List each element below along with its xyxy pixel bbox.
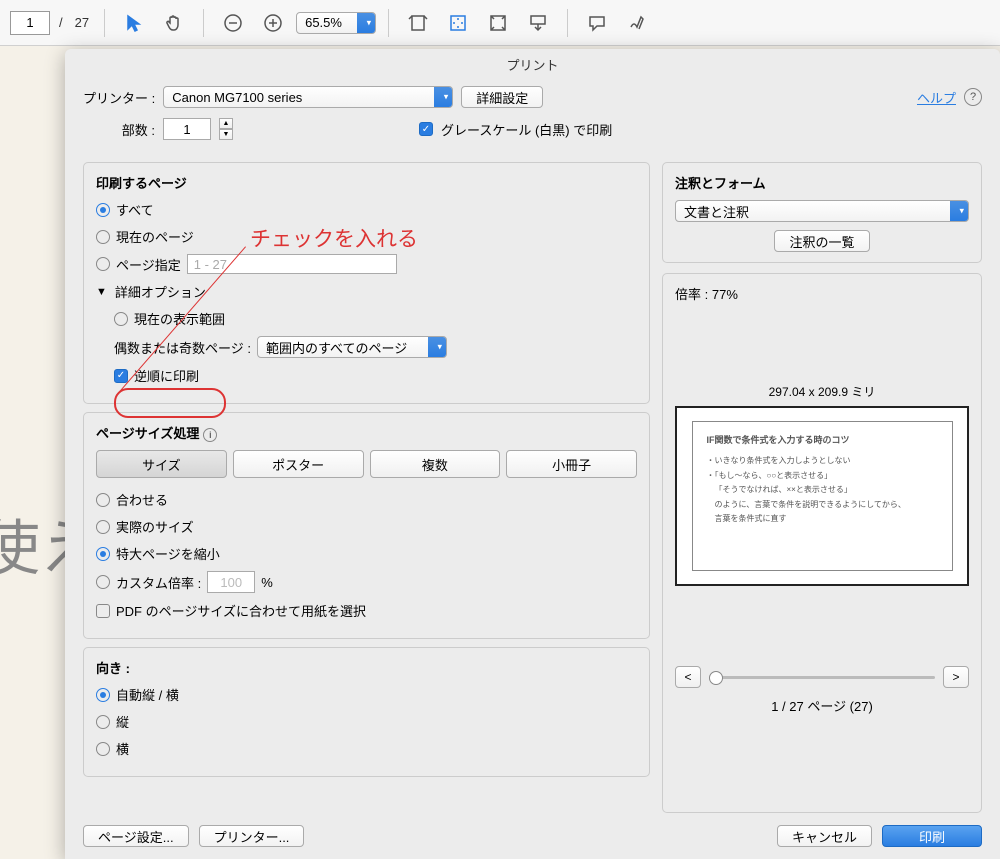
actual-size-icon[interactable]	[481, 6, 515, 40]
label-range: ページ指定	[116, 255, 181, 274]
radio-landscape[interactable]	[96, 742, 110, 756]
help-link[interactable]: ヘルプ	[917, 88, 956, 107]
label-actual: 実際のサイズ	[116, 517, 194, 536]
zoom-out-icon[interactable]	[216, 6, 250, 40]
prev-page-button[interactable]: <	[675, 666, 701, 688]
label-oddeven: 偶数または奇数ページ :	[114, 338, 251, 357]
label-landscape: 横	[116, 739, 129, 758]
annot-list-button[interactable]: 注釈の一覧	[774, 230, 869, 252]
copies-input[interactable]	[163, 118, 211, 140]
page-info: 1 / 27 ページ (27)	[675, 696, 969, 715]
page-slider[interactable]	[709, 676, 935, 679]
radio-viewport[interactable]	[114, 312, 128, 326]
pointer-icon[interactable]	[117, 6, 151, 40]
total-pages: 27	[75, 15, 89, 30]
label-all: すべて	[116, 200, 154, 219]
percent-label: %	[261, 575, 273, 590]
comment-icon[interactable]	[580, 6, 614, 40]
dialog-title: プリント	[65, 49, 1000, 80]
tab-size[interactable]: サイズ	[96, 450, 227, 478]
radio-fit[interactable]	[96, 493, 110, 507]
grayscale-label: グレースケール (白黒) で印刷	[441, 120, 612, 139]
radio-actual[interactable]	[96, 520, 110, 534]
page-number-input[interactable]	[10, 11, 50, 35]
help-icon[interactable]: ?	[964, 88, 982, 106]
tab-booklet[interactable]: 小冊子	[506, 450, 637, 478]
advanced-settings-button[interactable]: 詳細設定	[461, 86, 543, 108]
read-mode-icon[interactable]	[521, 6, 555, 40]
label-reverse: 逆順に印刷	[134, 366, 199, 385]
printer-select[interactable]: Canon MG7100 series▾	[163, 86, 453, 108]
tab-poster[interactable]: ポスター	[233, 450, 364, 478]
label-current: 現在のページ	[116, 227, 194, 246]
radio-range[interactable]	[96, 257, 110, 271]
radio-current[interactable]	[96, 230, 110, 244]
cancel-button[interactable]: キャンセル	[777, 825, 872, 847]
label-paper: PDF のページサイズに合わせて用紙を選択	[116, 601, 366, 620]
fit-page-icon[interactable]	[441, 6, 475, 40]
preview-dims: 297.04 x 209.9 ミリ	[675, 383, 969, 400]
preview-section: 倍率 : 77% 297.04 x 209.9 ミリ IF関数で条件式を入力する…	[662, 273, 982, 813]
next-page-button[interactable]: >	[943, 666, 969, 688]
page-setup-button[interactable]: ページ設定...	[83, 825, 189, 847]
label-auto: 自動縦 / 横	[116, 685, 179, 704]
printer-label: プリンター :	[83, 88, 155, 107]
size-title: ページサイズ処理i	[96, 423, 637, 442]
disclosure-icon[interactable]: ▼	[96, 286, 107, 298]
copies-label: 部数 :	[83, 120, 155, 139]
zoom-in-icon[interactable]	[256, 6, 290, 40]
printer-button[interactable]: プリンター...	[199, 825, 305, 847]
dialog-footer: ページ設定... プリンター... キャンセル 印刷	[65, 813, 1000, 859]
label-fit: 合わせる	[116, 490, 168, 509]
tab-multiple[interactable]: 複数	[370, 450, 501, 478]
label-shrink: 特大ページを縮小	[116, 544, 220, 563]
range-input[interactable]	[187, 254, 397, 274]
sign-icon[interactable]	[620, 6, 654, 40]
zoom-select[interactable]: 65.5%▾	[296, 12, 376, 34]
label-custom: カスタム倍率 :	[116, 573, 201, 592]
annot-title: 注釈とフォーム	[675, 173, 969, 192]
orient-section: 向き : 自動縦 / 横 縦 横	[83, 647, 650, 777]
scale-label: 倍率 :	[675, 287, 708, 302]
preview-box: IF関数で条件式を入力する時のコツ ・いきなり条件式を入力しようとしない ・「も…	[675, 406, 969, 586]
print-button[interactable]: 印刷	[882, 825, 982, 847]
grayscale-checkbox[interactable]: ✓	[419, 122, 433, 136]
radio-auto[interactable]	[96, 688, 110, 702]
scale-value: 77%	[712, 287, 738, 302]
radio-custom[interactable]	[96, 575, 110, 589]
info-icon[interactable]: i	[203, 428, 217, 442]
annot-select[interactable]: 文書と注釈▾	[675, 200, 969, 222]
fit-width-icon[interactable]	[401, 6, 435, 40]
label-portrait: 縦	[116, 712, 129, 731]
pdf-toolbar: / 27 65.5%▾	[0, 0, 1000, 46]
label-viewport: 現在の表示範囲	[134, 309, 225, 328]
orient-title: 向き :	[96, 658, 637, 677]
annotation-section: 注釈とフォーム 文書と注釈▾ 注釈の一覧	[662, 162, 982, 263]
radio-shrink[interactable]	[96, 547, 110, 561]
label-advanced: 詳細オプション	[115, 282, 206, 301]
oddeven-select[interactable]: 範囲内のすべてのページ▾	[257, 336, 447, 358]
size-section: ページサイズ処理i サイズ ポスター 複数 小冊子 合わせる 実際のサイズ 特大…	[83, 412, 650, 639]
custom-scale-input[interactable]	[207, 571, 255, 593]
radio-all[interactable]	[96, 203, 110, 217]
paper-checkbox[interactable]	[96, 604, 110, 618]
preview-page: IF関数で条件式を入力する時のコツ ・いきなり条件式を入力しようとしない ・「も…	[692, 421, 953, 571]
hand-icon[interactable]	[157, 6, 191, 40]
page-separator: /	[59, 15, 63, 30]
radio-portrait[interactable]	[96, 715, 110, 729]
pages-section: 印刷するページ すべて 現在のページ ページ指定 ▼ 詳細オプション 現在の表示範…	[83, 162, 650, 404]
copies-stepper[interactable]: ▲▼	[219, 118, 233, 140]
reverse-checkbox[interactable]: ✓	[114, 369, 128, 383]
pages-title: 印刷するページ	[96, 173, 637, 192]
print-dialog: プリント プリンター : Canon MG7100 series▾ 詳細設定 ヘ…	[65, 49, 1000, 859]
